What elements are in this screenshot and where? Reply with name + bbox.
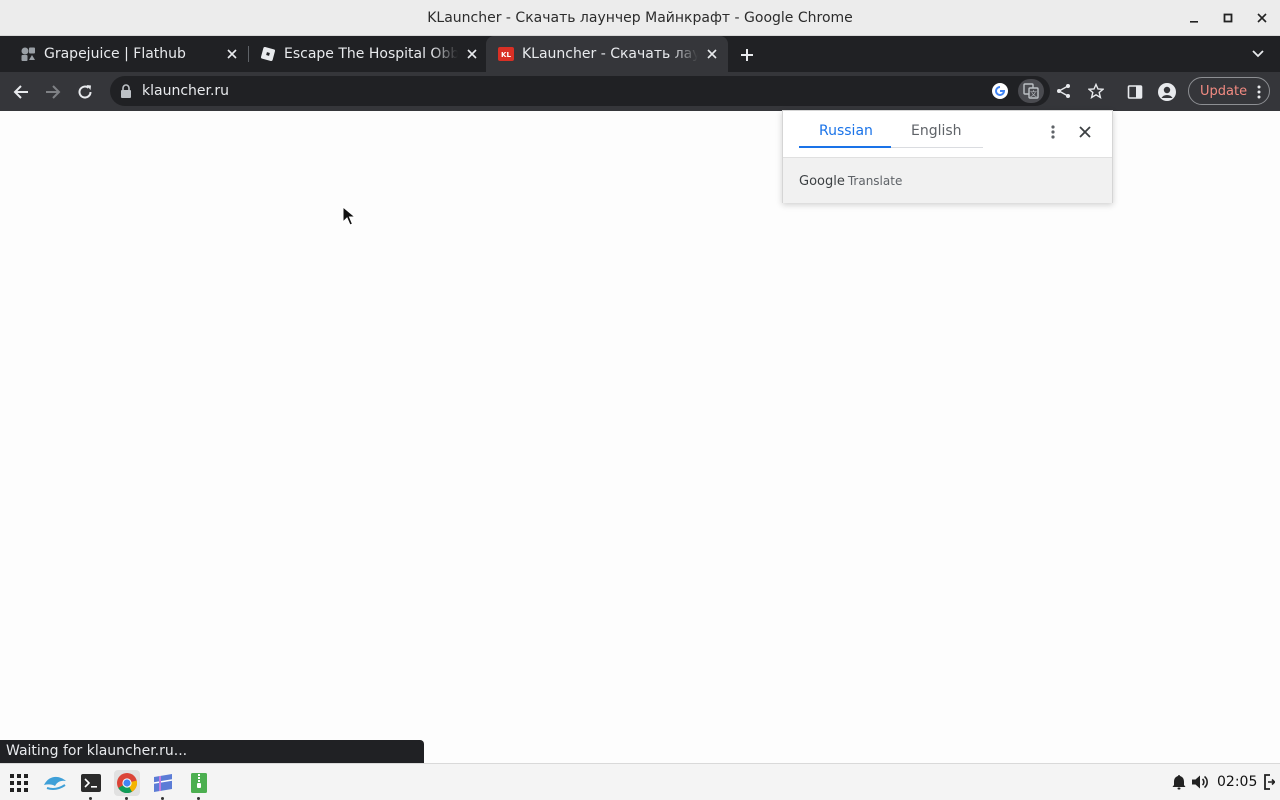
close-icon — [1257, 13, 1267, 23]
reload-button[interactable] — [72, 79, 98, 105]
app-grid-icon[interactable] — [6, 770, 32, 796]
maximize-button[interactable] — [1218, 8, 1238, 28]
target-language-tab[interactable]: English — [911, 123, 962, 139]
profile-button[interactable] — [1154, 79, 1180, 105]
update-label: Update — [1200, 83, 1248, 99]
update-button[interactable]: Update — [1188, 77, 1270, 105]
archive-manager-icon[interactable] — [186, 770, 212, 800]
minimize-icon — [1190, 21, 1198, 23]
volume-icon[interactable] — [1191, 773, 1209, 791]
clock[interactable]: 02:05 — [1217, 774, 1257, 790]
page-content — [0, 111, 1280, 762]
translate-options-button[interactable] — [1049, 123, 1057, 141]
chrome-icon[interactable] — [114, 770, 140, 800]
tab-strip: Grapejuice | Flathub Escape The Hospital… — [0, 36, 1280, 72]
address-bar[interactable]: klauncher.ru 文 — [110, 76, 1104, 106]
tab-escape-hospital[interactable]: Escape The Hospital Obby — [240, 36, 488, 72]
minimize-button[interactable] — [1184, 8, 1204, 28]
maximize-icon — [1223, 13, 1233, 23]
translate-icon[interactable]: 文 — [1018, 79, 1044, 103]
tab-divider — [891, 147, 983, 148]
window-titlebar: KLauncher - Скачать лаунчер Майнкрафт - … — [0, 0, 1280, 36]
tab-grapejuice[interactable]: Grapejuice | Flathub — [0, 36, 248, 72]
translate-popup: Russian English Google Translate — [782, 110, 1113, 203]
close-icon — [1079, 126, 1091, 138]
close-window-button[interactable] — [1252, 8, 1272, 28]
window-manager-icon[interactable] — [150, 770, 176, 800]
translate-footer: Google Translate — [783, 157, 1112, 203]
tab-search-button[interactable] — [1248, 44, 1268, 64]
url-text[interactable]: klauncher.ru — [142, 83, 229, 99]
plus-icon — [741, 49, 753, 61]
tab-label: Grapejuice | Flathub — [44, 46, 186, 62]
more-vert-icon — [1051, 125, 1055, 139]
tab-klauncher[interactable]: KL KLauncher - Скачать лаунчер Майнкрафт — [486, 36, 728, 72]
source-language-tab[interactable]: Russian — [819, 123, 873, 139]
bookmark-star-icon[interactable] — [1083, 79, 1109, 103]
roblox-icon — [260, 46, 276, 62]
side-panel-icon — [1127, 85, 1143, 99]
avatar-icon — [1158, 83, 1176, 101]
tab-label: KLauncher - Скачать лаунчер Майнкрафт — [522, 46, 698, 62]
svg-text:文: 文 — [1030, 89, 1037, 98]
lock-icon[interactable] — [120, 83, 134, 99]
translate-brand-text: Translate — [847, 174, 903, 188]
svg-text:KL: KL — [501, 51, 511, 59]
flathub-icon — [20, 46, 36, 62]
dolphin-icon[interactable] — [42, 770, 68, 796]
browser-toolbar: klauncher.ru 文 Update — [0, 72, 1280, 111]
klauncher-icon: KL — [498, 46, 514, 62]
tab-close-icon[interactable] — [224, 46, 240, 62]
google-brand-text: Google — [799, 174, 845, 189]
status-bubble: Waiting for klauncher.ru... — [0, 740, 424, 763]
back-button[interactable] — [8, 79, 34, 105]
reload-icon — [78, 85, 92, 99]
side-panel-button[interactable] — [1122, 79, 1148, 105]
terminal-icon[interactable] — [78, 770, 104, 800]
active-tab-indicator — [799, 146, 891, 148]
translate-close-button[interactable] — [1077, 123, 1093, 141]
forward-button[interactable] — [40, 79, 66, 105]
tab-label: Escape The Hospital Obby — [284, 46, 458, 62]
tab-close-icon[interactable] — [704, 46, 720, 62]
google-lens-icon[interactable] — [987, 79, 1013, 103]
bell-icon[interactable] — [1170, 773, 1188, 791]
mouse-cursor-icon — [342, 206, 356, 226]
taskbar: 02:05 — [0, 763, 1280, 800]
google-translate-brand: Google Translate — [799, 174, 902, 189]
window-title: KLauncher - Скачать лаунчер Майнкрафт - … — [427, 10, 853, 26]
more-vert-icon — [1257, 85, 1261, 99]
new-tab-button[interactable] — [736, 44, 758, 66]
tab-close-icon[interactable] — [464, 46, 480, 62]
arrow-left-icon — [13, 85, 28, 99]
share-icon[interactable] — [1051, 79, 1077, 103]
logout-icon[interactable] — [1262, 773, 1276, 791]
arrow-right-icon — [46, 85, 61, 99]
chevron-down-icon — [1252, 50, 1264, 58]
